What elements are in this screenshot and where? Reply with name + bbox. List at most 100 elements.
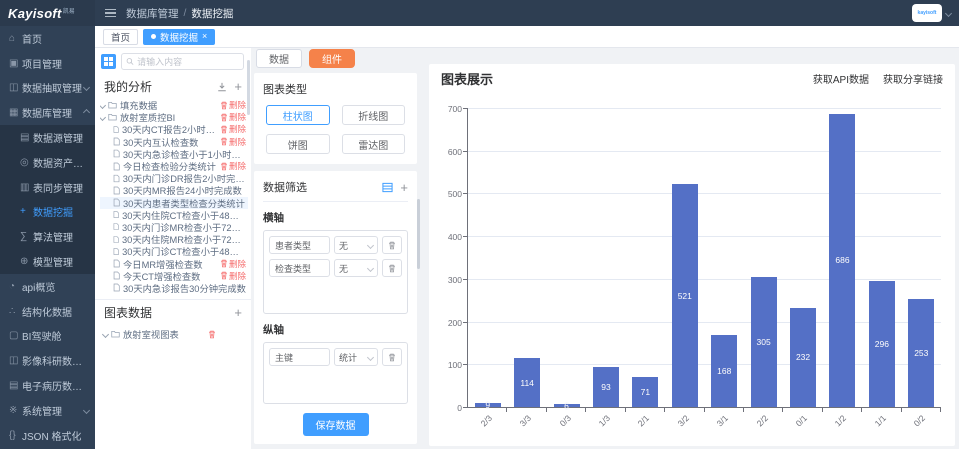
- remove-filter-button[interactable]: [382, 348, 402, 366]
- tree-item[interactable]: 放射室质控BI删除: [100, 111, 248, 123]
- bar-chart-plot: 911469371521168305232686296253: [467, 108, 941, 408]
- delete-chart-data-button[interactable]: [208, 330, 216, 339]
- x-axis-label: 2/2: [746, 413, 770, 437]
- component-tab-inactive[interactable]: 数据: [256, 49, 302, 68]
- filter-field[interactable]: 患者类型: [269, 236, 330, 254]
- caret-icon[interactable]: [102, 330, 109, 337]
- tree-item-label: 30天内MR报告24小时完成数: [123, 184, 242, 196]
- add-analysis-icon[interactable]: +: [234, 80, 242, 93]
- sidebar-item-imaging-research-db[interactable]: ◫影像科研数据库: [0, 348, 95, 373]
- chart-type-button[interactable]: 折线图: [342, 105, 406, 125]
- user-badge[interactable]: kayisoft: [912, 4, 942, 22]
- filter-select[interactable]: 无: [334, 259, 378, 277]
- left-scrollbar[interactable]: [247, 60, 250, 115]
- delete-action[interactable]: 删除: [220, 160, 248, 172]
- document-icon: [113, 125, 119, 134]
- sidebar-item-data-mining[interactable]: +数据挖掘: [0, 200, 95, 225]
- logo-text: Kayisoft: [8, 6, 62, 21]
- sidebar-item-system-mgmt[interactable]: ※系统管理: [0, 398, 95, 423]
- sidebar-item-label: 系统管理: [22, 403, 62, 418]
- tree-item[interactable]: 30天内患者类型检查分类统计: [100, 197, 248, 209]
- table-sync-icon: ▥: [20, 182, 33, 193]
- caret-icon[interactable]: [100, 102, 106, 109]
- tree-item[interactable]: 30天内住院CT检查小于48小时总计: [100, 209, 248, 221]
- delete-action[interactable]: 删除: [220, 123, 248, 135]
- tree-item[interactable]: 填充数据删除: [100, 99, 248, 111]
- tree-item[interactable]: 今天CT增强检查数删除: [100, 270, 248, 282]
- chart-type-button[interactable]: 雷达图: [342, 134, 406, 154]
- get-share-link[interactable]: 获取分享链接: [883, 71, 943, 86]
- filter-field[interactable]: 检查类型: [269, 259, 330, 277]
- add-filter-icon[interactable]: +: [400, 181, 408, 194]
- sidebar-item-json-format[interactable]: {}JSON 格式化: [0, 423, 95, 448]
- x-axis-tick: [782, 408, 783, 412]
- save-data-button[interactable]: 保存数据: [303, 413, 369, 436]
- sidebar-item-database-mgmt[interactable]: ▦数据库管理: [0, 100, 95, 125]
- analysis-header: 我的分析 +: [95, 74, 251, 98]
- filter-select[interactable]: 统计: [334, 348, 378, 366]
- tree-item[interactable]: 今日检查检验分类统计删除: [100, 160, 248, 172]
- sidebar-item-algorithm-mgmt[interactable]: ∑算法管理: [0, 224, 95, 249]
- tree-item[interactable]: 30天内CT报告2小时完成数删除: [100, 123, 248, 135]
- chart-data-item[interactable]: 放射室视图表: [95, 324, 251, 343]
- tree-item[interactable]: 30天内急诊检查小于1小时总计: [100, 148, 248, 160]
- delete-action[interactable]: 删除: [220, 270, 248, 282]
- search-input[interactable]: [137, 57, 239, 67]
- x-axis-tick: [546, 408, 547, 412]
- sidebar-item-api-overview[interactable]: ◔api概览: [0, 274, 95, 299]
- tree-item[interactable]: 30天内互认检查数删除: [100, 136, 248, 148]
- sidebar-item-datasource-mgmt[interactable]: ▤数据源管理: [0, 125, 95, 150]
- component-tab-active[interactable]: 组件: [309, 49, 355, 68]
- filter-row: 患者类型无: [269, 236, 402, 254]
- remove-filter-button[interactable]: [382, 259, 402, 277]
- sidebar-item-label: 影像科研数据库: [22, 353, 89, 368]
- chart-type-button[interactable]: 柱状图: [266, 105, 330, 125]
- home-icon: ⌂: [9, 33, 22, 44]
- sidebar-item-bi-cockpit[interactable]: ▢BI驾驶舱: [0, 324, 95, 349]
- sidebar-item-home[interactable]: ⌂首页: [0, 26, 95, 51]
- tree-item[interactable]: 30天内门诊DR报告2小时完成数: [100, 172, 248, 184]
- app-logo[interactable]: Kayisoft 凯易: [0, 0, 95, 26]
- y-axis-label: 600: [436, 147, 462, 157]
- menu-list-icon[interactable]: [105, 7, 116, 20]
- get-api-data-link[interactable]: 获取API数据: [813, 71, 869, 86]
- chart-type-button[interactable]: 饼图: [266, 134, 330, 154]
- filter-select[interactable]: 无: [334, 236, 378, 254]
- tree-item[interactable]: 30天内急诊报告30分钟完成数: [100, 282, 248, 294]
- grid-menu-icon[interactable]: [101, 54, 116, 69]
- chart-display-header: 图表展示 获取API数据 获取分享链接: [429, 64, 955, 91]
- sidebar-item-data-asset-mgmt[interactable]: ◎数据资产管理: [0, 150, 95, 175]
- sidebar-item-model-mgmt[interactable]: ⊕模型管理: [0, 249, 95, 274]
- page-tab[interactable]: 首页: [103, 29, 138, 45]
- page-tab-label: 数据挖掘: [160, 30, 198, 44]
- delete-action[interactable]: 删除: [220, 111, 248, 123]
- tree-item[interactable]: 今日MR增强检查数删除: [100, 257, 248, 269]
- delete-action[interactable]: 删除: [220, 99, 248, 111]
- x-axis-title: 横轴: [263, 210, 408, 225]
- import-icon[interactable]: [217, 82, 227, 92]
- tree-item[interactable]: 30天内门诊MR检查小于72小时总计: [100, 221, 248, 233]
- bar-value-label: 71: [641, 387, 650, 397]
- caret-icon[interactable]: [100, 114, 106, 121]
- delete-action[interactable]: 删除: [220, 136, 248, 148]
- breadcrumb-item[interactable]: 数据库管理: [126, 6, 179, 21]
- remove-filter-button[interactable]: [382, 236, 402, 254]
- table-icon[interactable]: [382, 182, 393, 193]
- data-filter-card: 数据筛选 + 横轴 患者类型无检查类型无 纵轴 主键统计 保存数据: [254, 171, 417, 444]
- middle-scrollbar[interactable]: [417, 199, 420, 269]
- tree-item[interactable]: 30天内MR报告24小时完成数: [100, 184, 248, 196]
- chevron-down-icon[interactable]: [945, 9, 952, 16]
- page-tab[interactable]: 数据挖掘 ×: [143, 29, 215, 45]
- filter-field[interactable]: 主键: [269, 348, 330, 366]
- close-icon[interactable]: ×: [202, 32, 207, 41]
- tree-item[interactable]: 30天内住院MR检查小于72小时总计: [100, 233, 248, 245]
- sidebar-item-table-sync-mgmt[interactable]: ▥表同步管理: [0, 175, 95, 200]
- delete-action[interactable]: 删除: [220, 258, 248, 270]
- sidebar-item-data-extract-mgmt[interactable]: ◫数据抽取管理: [0, 76, 95, 101]
- sidebar-item-structured-data[interactable]: ∴结构化数据: [0, 299, 95, 324]
- tree-item[interactable]: 30天内门诊CT检查小于48小时总计: [100, 245, 248, 257]
- sidebar-item-project-mgmt[interactable]: ▣项目管理: [0, 51, 95, 76]
- bar-value-label: 6: [564, 401, 569, 411]
- add-chart-data-icon[interactable]: +: [234, 306, 242, 319]
- sidebar-item-emr-quality[interactable]: ▤电子病历数据质控: [0, 373, 95, 398]
